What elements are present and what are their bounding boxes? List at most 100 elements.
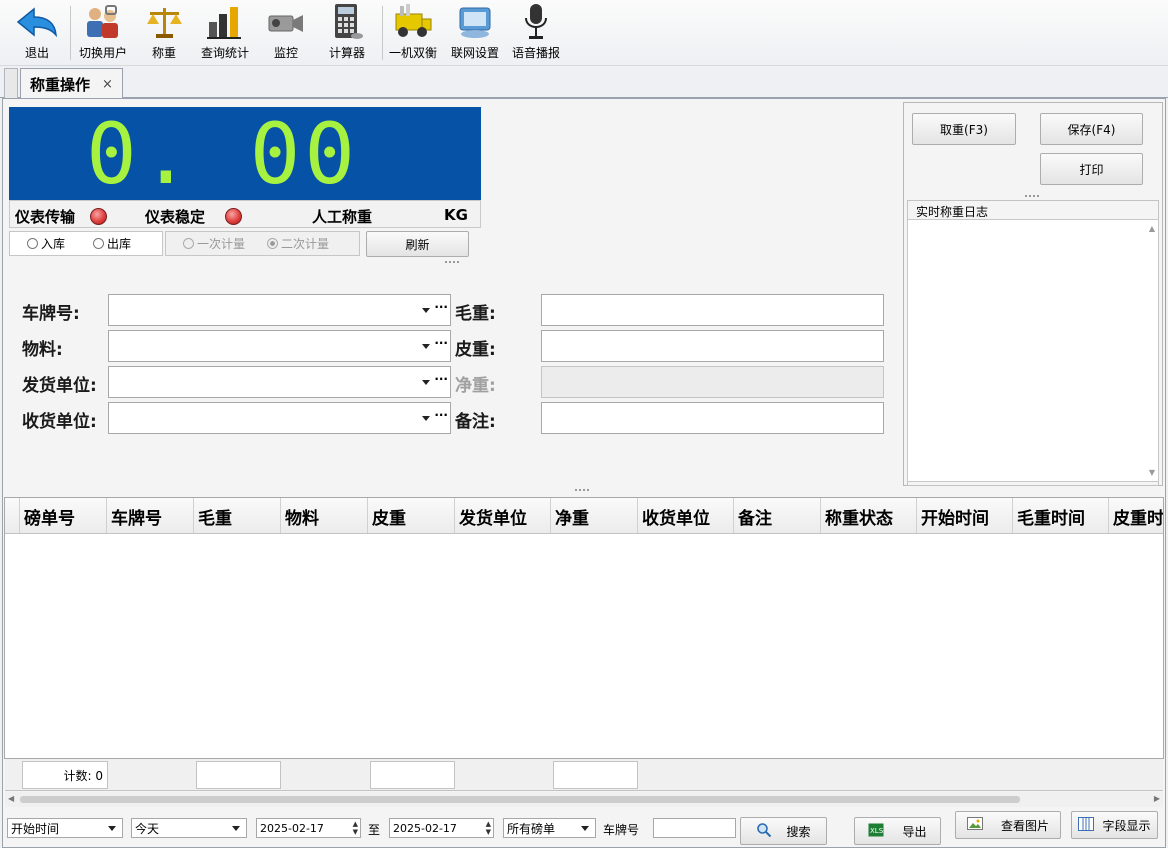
scrollbar-thumb[interactable] [20, 796, 1020, 803]
unit-label: KG [444, 206, 468, 224]
spin-icon[interactable]: ▲ ▼ [486, 820, 491, 836]
scroll-down-icon[interactable]: ▼ [1149, 468, 1155, 477]
chevron-down-icon[interactable] [422, 344, 430, 349]
tab-strip-toggle[interactable] [4, 68, 18, 99]
bill-type-select[interactable]: 所有磅单 [503, 818, 596, 838]
exit-button[interactable]: 退出 [15, 2, 59, 64]
sender-more-button[interactable]: ··· [434, 372, 448, 386]
col-header[interactable]: 毛重 [194, 498, 281, 533]
col-header[interactable]: 皮重 [368, 498, 455, 533]
microphone-icon [514, 2, 558, 42]
tab-title: 称重操作 [30, 75, 91, 94]
query-stats-label: 查询统计 [201, 46, 250, 60]
radio-out[interactable]: 出库 [93, 235, 131, 252]
grid-summary-row: 计数: 0 [5, 759, 1163, 791]
tare-field[interactable] [541, 330, 884, 362]
receiver-more-button[interactable]: ··· [434, 408, 448, 422]
col-header[interactable]: 备注 [734, 498, 821, 533]
radio-single-label: 一次计量 [197, 237, 246, 251]
time-field-value: 开始时间 [11, 821, 60, 836]
summary-cell [370, 761, 455, 789]
monitor-button[interactable]: 监控 [264, 2, 308, 64]
scroll-left-icon[interactable]: ◀ [8, 794, 14, 803]
export-button[interactable]: XLS 导出 [854, 817, 941, 845]
scroll-right-icon[interactable]: ▶ [1154, 794, 1160, 803]
plate-more-button[interactable]: ··· [434, 300, 448, 314]
view-image-label: 查看图片 [1000, 818, 1049, 833]
range-value: 今天 [135, 821, 160, 836]
network-settings-label: 联网设置 [451, 46, 500, 60]
tare-weigh-button[interactable]: 取重(F3) [912, 113, 1016, 145]
splitter-grip[interactable] [575, 489, 589, 491]
col-header[interactable]: 开始时间 [917, 498, 1013, 533]
exit-label: 退出 [24, 46, 49, 60]
query-stats-button[interactable]: 查询统计 [201, 2, 249, 64]
voice-broadcast-button[interactable]: 语音播报 [512, 2, 560, 64]
records-grid[interactable] [4, 497, 1164, 759]
monitor-label: 监控 [273, 46, 298, 60]
splitter-grip[interactable] [445, 261, 459, 263]
search-button[interactable]: 搜索 [740, 817, 827, 845]
gross-field[interactable] [541, 294, 884, 326]
spin-icon[interactable]: ▲ ▼ [353, 820, 358, 836]
voice-broadcast-label: 语音播报 [512, 46, 561, 60]
summary-cell [196, 761, 281, 789]
col-header[interactable]: 收货单位 [638, 498, 734, 533]
network-settings-button[interactable]: 联网设置 [451, 2, 499, 64]
col-header[interactable]: 皮重时间 [1109, 498, 1163, 533]
calculator-icon [325, 2, 369, 42]
col-header[interactable]: 物料 [281, 498, 368, 533]
time-field-select[interactable]: 开始时间 [7, 818, 123, 838]
radio-single-measure[interactable]: 一次计量 [183, 235, 245, 252]
col-header[interactable]: 称重状态 [821, 498, 917, 533]
col-header[interactable]: 发货单位 [455, 498, 551, 533]
receiver-label: 收货单位: [22, 412, 97, 432]
date-from-picker[interactable]: 2025-02-17 ▲ ▼ [256, 818, 361, 838]
splitter-grip[interactable] [1025, 195, 1039, 197]
weight-value: 0. 00 [86, 104, 359, 203]
scroll-up-icon[interactable]: ▲ [1149, 224, 1155, 233]
sender-label: 发货单位: [22, 376, 97, 396]
radio-in[interactable]: 入库 [27, 235, 65, 252]
plate-filter-input[interactable] [653, 818, 736, 838]
meter-stable-label: 仪表稳定 [145, 208, 206, 226]
radio-double-measure[interactable]: 二次计量 [267, 235, 329, 252]
chevron-down-icon [232, 826, 240, 831]
radio-out-label: 出库 [107, 237, 132, 251]
view-image-button[interactable]: 查看图片 [955, 811, 1061, 839]
tab-close-icon[interactable]: × [102, 77, 113, 92]
chevron-down-icon[interactable] [422, 380, 430, 385]
search-icon [756, 822, 772, 841]
material-more-button[interactable]: ··· [434, 336, 448, 350]
receiver-combo[interactable]: ··· [108, 402, 451, 434]
tab-weigh-operation[interactable]: 称重操作 × [20, 68, 123, 99]
plate-combo[interactable]: ··· [108, 294, 451, 326]
switch-user-label: 切换用户 [79, 46, 128, 60]
save-button[interactable]: 保存(F4) [1040, 113, 1143, 145]
sender-combo[interactable]: ··· [108, 366, 451, 398]
radio-out-dot [93, 238, 105, 249]
chevron-down-icon[interactable] [422, 416, 430, 421]
refresh-button[interactable]: 刷新 [366, 231, 469, 257]
col-header[interactable]: 毛重时间 [1013, 498, 1109, 533]
weigh-log-area[interactable]: ▲ ▼ [907, 219, 1159, 482]
date-to-picker[interactable]: 2025-02-17 ▲ ▼ [389, 818, 494, 838]
col-header[interactable]: 净重 [551, 498, 638, 533]
remark-field[interactable] [541, 402, 884, 434]
radio-in-label: 入库 [41, 237, 66, 251]
dual-scale-button[interactable]: 一机双衡 [389, 2, 437, 64]
gross-label: 毛重: [455, 304, 496, 324]
col-header[interactable]: 磅单号 [20, 498, 107, 533]
col-header[interactable]: 车牌号 [107, 498, 194, 533]
print-button[interactable]: 打印 [1040, 153, 1143, 185]
weigh-button[interactable]: 称重 [142, 2, 186, 64]
radio-double-label: 二次计量 [281, 237, 330, 251]
calculator-button[interactable]: 计算器 [325, 2, 369, 64]
chevron-down-icon [581, 826, 589, 831]
material-combo[interactable]: ··· [108, 330, 451, 362]
chevron-down-icon[interactable] [422, 308, 430, 313]
field-display-button[interactable]: 字段显示 [1071, 811, 1158, 839]
range-select[interactable]: 今天 [131, 818, 247, 838]
horizontal-scrollbar[interactable]: ◀ ▶ [5, 792, 1163, 807]
switch-user-button[interactable]: 切换用户 [79, 2, 127, 64]
